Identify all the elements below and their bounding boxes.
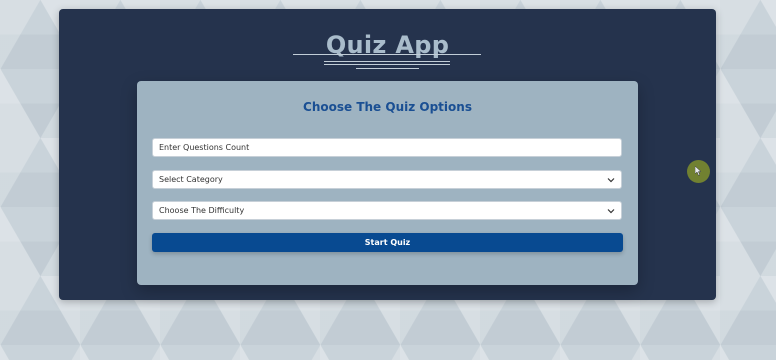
cursor-arrow-icon [695, 166, 702, 176]
quiz-options-card: Choose The Quiz Options Select Category … [137, 81, 638, 285]
title-underline [324, 64, 450, 65]
chevron-down-icon [607, 176, 615, 184]
title-underline [356, 68, 419, 69]
card-title: Choose The Quiz Options [303, 100, 472, 114]
category-select[interactable]: Select Category [152, 170, 622, 189]
title-underline [324, 61, 450, 62]
questions-count-input[interactable] [152, 138, 622, 157]
difficulty-select[interactable]: Choose The Difficulty [152, 201, 622, 220]
title-underline [293, 54, 481, 55]
start-quiz-button[interactable]: Start Quiz [152, 233, 623, 252]
chevron-down-icon [607, 207, 615, 215]
app-window: Quiz App Choose The Quiz Options Select … [59, 9, 716, 300]
difficulty-select-label: Choose The Difficulty [159, 206, 245, 215]
cursor-highlight [687, 160, 710, 183]
category-select-label: Select Category [159, 175, 223, 184]
